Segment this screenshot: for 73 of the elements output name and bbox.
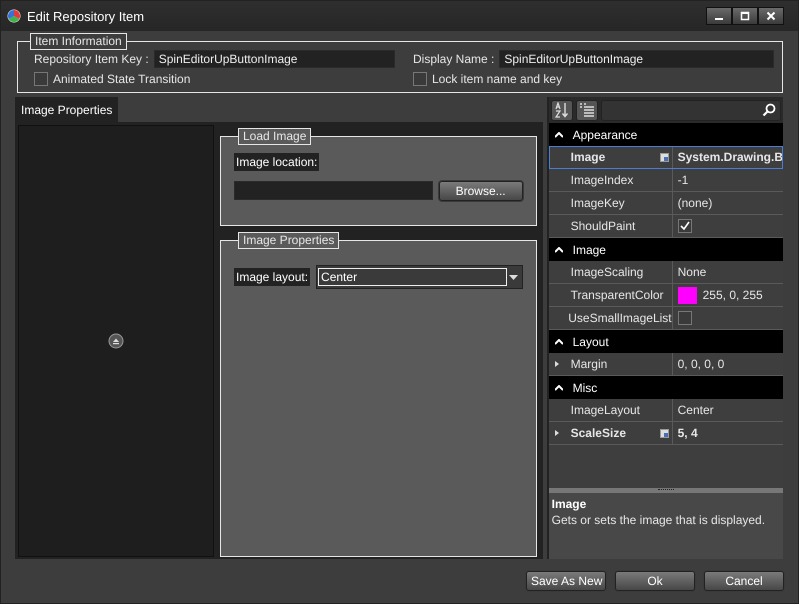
description-text: Gets or sets the image that is displayed. xyxy=(552,513,766,527)
checkbox[interactable] xyxy=(34,72,48,86)
property-name: ScaleSize xyxy=(570,426,626,440)
property-value: System.Drawing.B xyxy=(678,150,783,164)
checkbox-label: Animated State Transition xyxy=(53,72,190,86)
minimize-icon xyxy=(715,18,723,20)
collapse-icon xyxy=(554,338,563,344)
property-name: ImageLayout xyxy=(570,403,640,417)
categorized-button[interactable] xyxy=(576,100,598,120)
browse-button[interactable]: Browse... xyxy=(438,181,523,201)
property-row[interactable]: ImageLayout Center xyxy=(548,399,783,422)
property-row[interactable]: TransparentColor 255, 0, 255 xyxy=(548,284,783,307)
property-row[interactable]: ImageKey (none) xyxy=(548,192,783,215)
property-name: ImageScaling xyxy=(570,265,644,279)
category-header[interactable]: Image xyxy=(548,238,783,261)
field-label: Display Name : xyxy=(413,52,494,66)
property-row[interactable]: Image System.Drawing.B xyxy=(548,146,783,169)
close-button[interactable] xyxy=(758,7,784,25)
property-name: Image xyxy=(570,150,606,164)
field-label: Image location: xyxy=(234,153,320,171)
group-title: Item Information xyxy=(30,33,127,50)
category-header[interactable]: Appearance xyxy=(548,123,783,146)
checkbox[interactable] xyxy=(678,311,692,325)
search-field[interactable] xyxy=(600,100,781,120)
field-label: Repository Item Key : xyxy=(34,52,149,66)
image-location-field[interactable] xyxy=(234,181,433,200)
sort-az-icon xyxy=(554,102,570,118)
list-icon xyxy=(578,102,595,118)
app-icon xyxy=(7,9,21,23)
image-layout-dropdown[interactable]: Center xyxy=(316,265,523,289)
collapse-icon xyxy=(554,246,563,252)
group-title: Load Image xyxy=(238,128,312,145)
category-header[interactable]: Misc xyxy=(548,376,783,399)
checkbox[interactable] xyxy=(678,219,692,233)
dialog-button[interactable]: Save As New xyxy=(526,571,606,591)
dialog-button[interactable]: Ok xyxy=(615,571,695,591)
property-value: -1 xyxy=(678,173,688,187)
group-title: Image Properties xyxy=(238,232,340,249)
checkbox-label: Lock item name and key xyxy=(432,72,562,86)
property-row[interactable]: ImageScaling None xyxy=(548,261,783,284)
property-row[interactable]: ImageIndex -1 xyxy=(548,169,783,192)
dropdown-arrow-icon xyxy=(509,274,518,280)
dialog-button[interactable]: Cancel xyxy=(704,571,784,591)
property-value: 0, 0, 0, 0 xyxy=(678,357,724,371)
property-value: (none) xyxy=(678,196,712,210)
property-name: ShouldPaint xyxy=(570,219,636,233)
sort-alphabetical-button[interactable] xyxy=(550,100,573,120)
maximize-icon xyxy=(740,11,750,21)
property-value: None xyxy=(678,265,706,279)
close-icon xyxy=(766,11,776,21)
up-arrow-button-icon xyxy=(108,333,124,349)
text-field[interactable]: SpinEditorUpButtonImage xyxy=(499,50,774,68)
property-name: Margin xyxy=(570,357,608,371)
property-value: 5, 4 xyxy=(678,426,698,440)
property-value: 255, 0, 255 xyxy=(702,288,763,302)
property-name: TransparentColor xyxy=(570,288,664,302)
property-value: Center xyxy=(678,403,714,417)
property-name: ImageKey xyxy=(570,196,625,210)
field-label: Image layout: xyxy=(234,268,310,286)
window-title: Edit Repository Item xyxy=(27,8,144,24)
property-name: ImageIndex xyxy=(570,173,634,187)
category-header[interactable]: Layout xyxy=(548,330,783,353)
property-name: UseSmallImageList xyxy=(568,311,672,325)
text-field[interactable]: SpinEditorUpButtonImage xyxy=(154,50,395,68)
description-title: Image xyxy=(552,497,588,511)
property-row[interactable]: ScaleSize 5, 4 xyxy=(548,422,783,445)
collapse-icon xyxy=(554,132,563,138)
checkbox[interactable] xyxy=(413,72,427,86)
search-icon xyxy=(762,103,776,117)
collapse-icon xyxy=(554,384,563,390)
minimize-button[interactable] xyxy=(706,7,732,25)
maximize-button[interactable] xyxy=(732,7,758,25)
tab[interactable]: Image Properties xyxy=(15,97,118,122)
